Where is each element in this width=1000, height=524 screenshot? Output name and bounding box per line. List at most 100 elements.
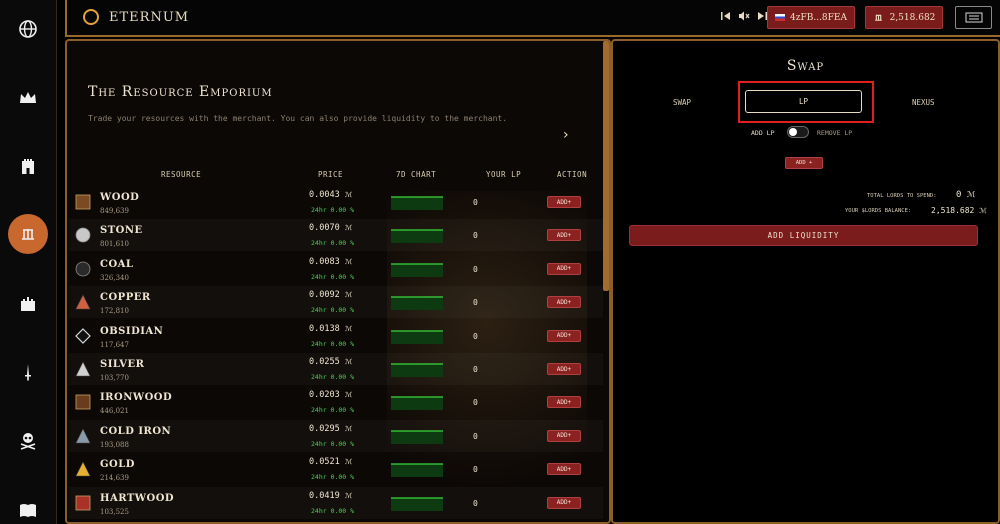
column-chart: 7D CHART [396,170,437,179]
price-sparkline [391,463,443,478]
table-row: SILVER 103,770 0.0255 ℳ 24hr 0.00 % 0 AD… [69,353,603,385]
chevron-right-icon[interactable]: › [563,127,569,143]
skull-icon[interactable] [8,420,48,460]
skip-back-icon[interactable] [719,9,733,23]
resource-icon [75,294,91,310]
lords-icon[interactable] [8,214,48,254]
resource-icon [75,327,91,344]
account-button[interactable]: 4zFB...8FEA [767,6,855,29]
resource-quantity: 801,610 [100,240,129,249]
resource-price: 0.0043 ℳ [309,190,353,200]
your-lp-value: 0 [473,198,478,207]
tab-nexus[interactable]: NEXUS [912,98,935,107]
mute-icon[interactable] [737,9,751,23]
lp-mode-toggle[interactable] [787,126,809,138]
eternum-logo-icon [83,9,99,25]
balance-label: YOUR $LORDS BALANCE: [845,208,912,214]
sword-icon[interactable] [8,352,48,392]
price-change: 24hr 0.00 % [311,506,355,515]
price-sparkline [391,430,443,444]
add-liquidity-row-button[interactable]: ADD+ [547,329,581,342]
tab-lp[interactable]: LP [745,90,862,113]
resource-price: 0.0255 ℳ [309,357,353,367]
your-lp-value: 0 [473,298,478,308]
resource-quantity: 103,770 [100,374,129,382]
balance-value: 2,518.682 ℳ [931,206,987,215]
resource-name: WOOD [100,192,140,203]
resource-icon [75,227,91,243]
column-action: ACTION [557,170,588,179]
price-sparkline [391,496,443,511]
resource-name: COAL [100,258,134,270]
resource-quantity: 172,810 [100,307,129,316]
resource-icon [75,361,91,377]
resource-name: GOLD [100,459,135,471]
price-sparkline [391,296,443,311]
resource-name: OBSIDIAN [100,325,164,337]
resource-quantity: 446,021 [100,407,129,416]
remove-lp-label: REMOVE LP [817,129,853,137]
table-row: WOOD 849,639 0.0043 ℳ 24hr 0.00 % 0 ADD+ [69,186,603,218]
resource-price: 0.0138 ℳ [309,323,353,334]
resource-name: HARTWOOD [100,492,175,504]
add-liquidity-row-button[interactable]: ADD+ [547,363,581,375]
resource-quantity: 214,639 [100,474,129,483]
castle-icon[interactable] [8,283,48,323]
price-change: 24hr 0.00 % [311,272,355,281]
column-lp: YOUR LP [486,170,522,179]
resource-icon [75,428,91,444]
crown-icon[interactable] [8,78,48,118]
add-liquidity-row-button[interactable]: ADD+ [547,463,581,476]
add-liquidity-row-button[interactable]: ADD+ [547,396,581,409]
book-icon[interactable] [8,490,48,524]
settings-button[interactable] [955,6,992,29]
table-row: COPPER 172,810 0.0092 ℳ 24hr 0.00 % 0 AD… [69,286,603,318]
app-logo[interactable]: ETERNUM [83,9,189,25]
add-liquidity-row-button[interactable]: ADD+ [547,496,581,509]
your-lp-value: 0 [473,398,478,408]
resource-price: 0.0092 ℳ [309,290,353,301]
scrollbar[interactable] [603,41,609,291]
resource-price: 0.0070 ℳ [309,223,353,234]
resource-price: 0.0203 ℳ [309,390,353,401]
resource-name: IRONWOOD [100,392,173,404]
your-lp-value: 0 [473,431,478,441]
resource-price: 0.0521 ℳ [309,457,353,468]
price-sparkline [391,329,443,344]
column-price: PRICE [318,170,344,179]
resource-name: COPPER [100,292,151,304]
price-sparkline [391,263,443,277]
flag-icon [775,14,786,21]
your-lp-value: 0 [473,465,478,475]
price-sparkline [391,396,443,411]
price-change: 24hr 0.00 % [311,439,355,448]
add-liquidity-row-button[interactable]: ADD+ [547,229,581,242]
resource-quantity: 193,088 [100,440,129,449]
table-row: COLD IRON 193,088 0.0295 ℳ 24hr 0.00 % 0… [69,420,603,452]
price-change: 24hr 0.00 % [311,473,355,482]
price-change: 24hr 0.00 % [311,406,355,415]
add-liquidity-row-button[interactable]: ADD+ [547,429,581,442]
price-change: 24hr 0.00 % [311,339,355,348]
lords-balance-button[interactable]: 2,518.682 [865,6,943,29]
resource-quantity: 117,647 [100,340,129,349]
lords-icon [874,14,882,21]
globe-icon[interactable] [8,9,48,49]
resource-quantity: 849,639 [100,207,129,215]
add-liquidity-row-button[interactable]: ADD+ [547,262,581,275]
resource-name: SILVER [100,359,145,370]
tab-swap[interactable]: SWAP [673,98,691,107]
table-row: STONE 801,610 0.0070 ℳ 24hr 0.00 % 0 ADD… [69,219,603,251]
add-liquidity-button[interactable]: ADD LIQUIDITY [629,225,978,246]
add-lp-label: ADD LP [751,129,775,137]
add-liquidity-row-button[interactable]: ADD+ [547,196,581,208]
resource-quantity: 326,340 [100,273,129,282]
price-change: 24hr 0.00 % [311,373,355,381]
add-resource-button[interactable]: ADD + [785,157,823,169]
add-liquidity-row-button[interactable]: ADD+ [547,296,581,309]
price-sparkline [391,196,443,210]
price-sparkline [391,363,443,377]
your-lp-value: 0 [473,264,478,274]
table-row: OBSIDIAN 117,647 0.0138 ℳ 24hr 0.00 % 0 … [69,320,603,352]
tower-icon[interactable] [8,146,48,186]
